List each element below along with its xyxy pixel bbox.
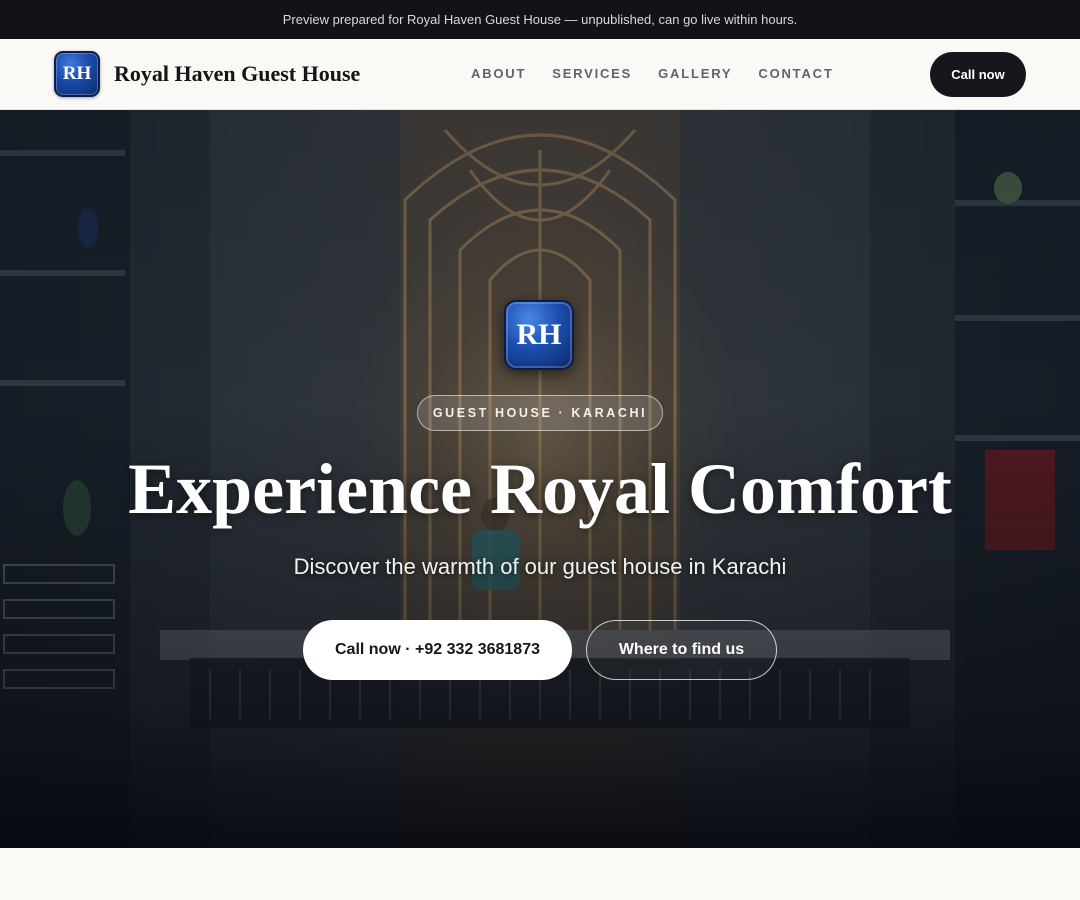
hero-section: RH GUEST HOUSE · KARACHI Experience Roya…	[0, 110, 1080, 848]
logo-badge[interactable]: RH	[54, 51, 100, 97]
main-nav: ABOUT SERVICES GALLERY CONTACT	[471, 66, 860, 81]
hero-title: Experience Royal Comfort	[128, 449, 952, 529]
hero-tagline-pill: GUEST HOUSE · KARACHI	[417, 395, 663, 431]
hero-logo-badge: RH	[504, 300, 574, 370]
hero-call-button[interactable]: Call now · +92 332 3681873	[303, 620, 572, 680]
preview-banner: Preview prepared for Royal Haven Guest H…	[0, 0, 1080, 39]
brand-name[interactable]: Royal Haven Guest House	[114, 61, 360, 87]
nav-item-gallery[interactable]: GALLERY	[658, 66, 732, 81]
site-header: RH Royal Haven Guest House ABOUT SERVICE…	[0, 39, 1080, 110]
nav-item-contact[interactable]: CONTACT	[758, 66, 833, 81]
preview-banner-text: Preview prepared for Royal Haven Guest H…	[282, 12, 798, 27]
nav-item-services[interactable]: SERVICES	[552, 66, 632, 81]
find-us-button[interactable]: Where to find us	[586, 620, 777, 680]
next-section	[0, 848, 1080, 900]
header-call-button[interactable]: Call now	[930, 52, 1026, 97]
hero-content: RH GUEST HOUSE · KARACHI Experience Roya…	[0, 110, 1080, 848]
hero-subtitle: Discover the warmth of our guest house i…	[293, 554, 787, 579]
nav-item-about[interactable]: ABOUT	[471, 66, 526, 81]
